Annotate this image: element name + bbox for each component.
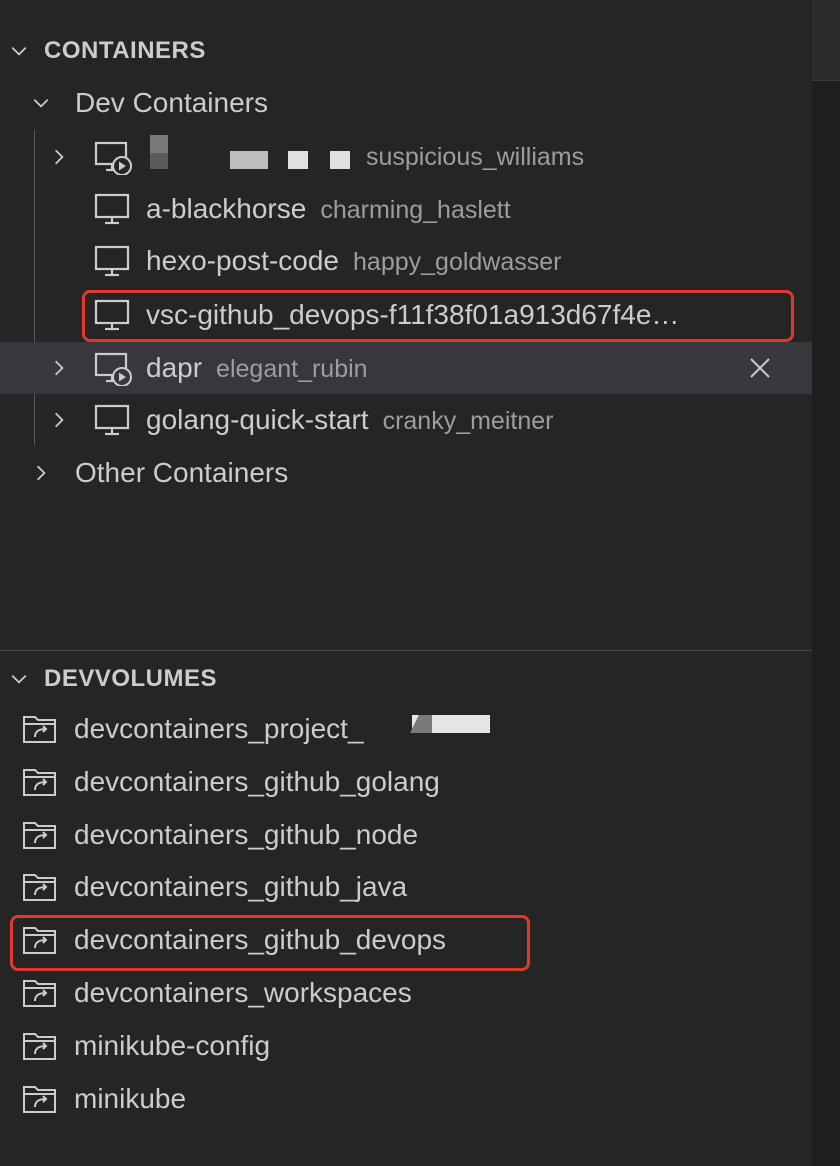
container-name: golang-quick-start: [146, 404, 369, 435]
chevron-right-icon: [48, 146, 70, 168]
chevron-down-icon: [8, 40, 30, 62]
highlight-box: [82, 290, 794, 342]
redacted-name: [330, 151, 350, 169]
volume-name: devcontainers_github_node: [74, 819, 419, 850]
monitor-icon: [94, 193, 130, 225]
tree-group-other-containers[interactable]: Other Containers: [0, 447, 812, 499]
container-label: golang-quick-start cranky_meitner: [146, 404, 553, 436]
container-item[interactable]: hexo-post-code happy_goldwasser: [0, 235, 812, 287]
group-label: Dev Containers: [75, 87, 268, 118]
devvolumes-section-header[interactable]: DEVVOLUMES: [0, 653, 812, 705]
volume-name: minikube-config: [74, 1030, 271, 1061]
chevron-down-icon: [30, 92, 52, 114]
monitor-icon: [94, 245, 130, 277]
section-divider: [0, 650, 812, 651]
volume-item[interactable]: devcontainers_project_: [0, 703, 812, 755]
monitor-play-icon: [94, 352, 132, 386]
section-title: CONTAINERS: [44, 37, 206, 64]
monitor-play-icon: [94, 141, 132, 175]
container-label: hexo-post-code happy_goldwasser: [146, 245, 562, 277]
redacted-name: [288, 151, 308, 169]
container-name: hexo-post-code: [146, 245, 340, 276]
folder-link-icon: [23, 1033, 56, 1060]
volume-name: devcontainers_project_: [74, 713, 364, 744]
volume-item[interactable]: devcontainers_workspaces: [0, 967, 812, 1019]
chevron-down-icon: [8, 668, 30, 690]
group-label: Other Containers: [75, 457, 289, 488]
containers-section-header[interactable]: CONTAINERS: [0, 25, 812, 77]
container-item[interactable]: a-blackhorse charming_haslett: [0, 183, 812, 235]
folder-link-icon: [23, 716, 56, 743]
highlight-box: [10, 915, 530, 971]
volume-name: minikube: [74, 1083, 187, 1114]
volume-item[interactable]: devcontainers_github_golang: [0, 756, 812, 808]
chevron-right-icon: [30, 462, 52, 484]
chevron-right-icon: [48, 357, 70, 379]
volume-item[interactable]: minikube-config: [0, 1020, 812, 1072]
redacted-name: [150, 135, 168, 153]
close-icon[interactable]: [748, 356, 772, 380]
container-description: elegant_rubin: [216, 355, 368, 383]
volume-item[interactable]: devcontainers_github_node: [0, 809, 812, 861]
editor-tabbar-edge: [812, 0, 840, 81]
redacted-name: [150, 153, 168, 169]
folder-link-icon: [23, 769, 56, 796]
redacted-name: [230, 151, 268, 169]
volume-name: devcontainers_github_java: [74, 871, 408, 902]
container-description: cranky_meitner: [382, 407, 554, 435]
folder-link-icon: [23, 822, 56, 849]
container-item[interactable]: golang-quick-start cranky_meitner: [0, 394, 812, 446]
container-name: a-blackhorse: [146, 193, 307, 224]
container-item[interactable]: suspicious_williams: [0, 131, 812, 183]
tree-group-dev-containers[interactable]: Dev Containers: [0, 77, 812, 129]
container-label: dapr elegant_rubin: [146, 352, 368, 384]
editor-edge: [812, 0, 840, 1166]
folder-link-icon: [23, 980, 56, 1007]
chevron-right-icon: [48, 409, 70, 431]
container-item[interactable]: dapr elegant_rubin: [0, 342, 812, 394]
volume-item[interactable]: minikube: [0, 1073, 812, 1125]
monitor-icon: [94, 404, 130, 436]
folder-link-icon: [23, 874, 56, 901]
container-description: charming_haslett: [320, 196, 511, 224]
folder-link-icon: [23, 1086, 56, 1113]
volume-name: devcontainers_github_golang: [74, 766, 440, 797]
container-description: happy_goldwasser: [353, 248, 562, 276]
volume-name: devcontainers_workspaces: [74, 977, 412, 1008]
container-name: dapr: [146, 352, 203, 383]
section-title: DEVVOLUMES: [44, 665, 218, 692]
container-description: suspicious_williams: [366, 142, 585, 171]
container-label: a-blackhorse charming_haslett: [146, 193, 511, 225]
volume-item[interactable]: devcontainers_github_java: [0, 861, 812, 913]
